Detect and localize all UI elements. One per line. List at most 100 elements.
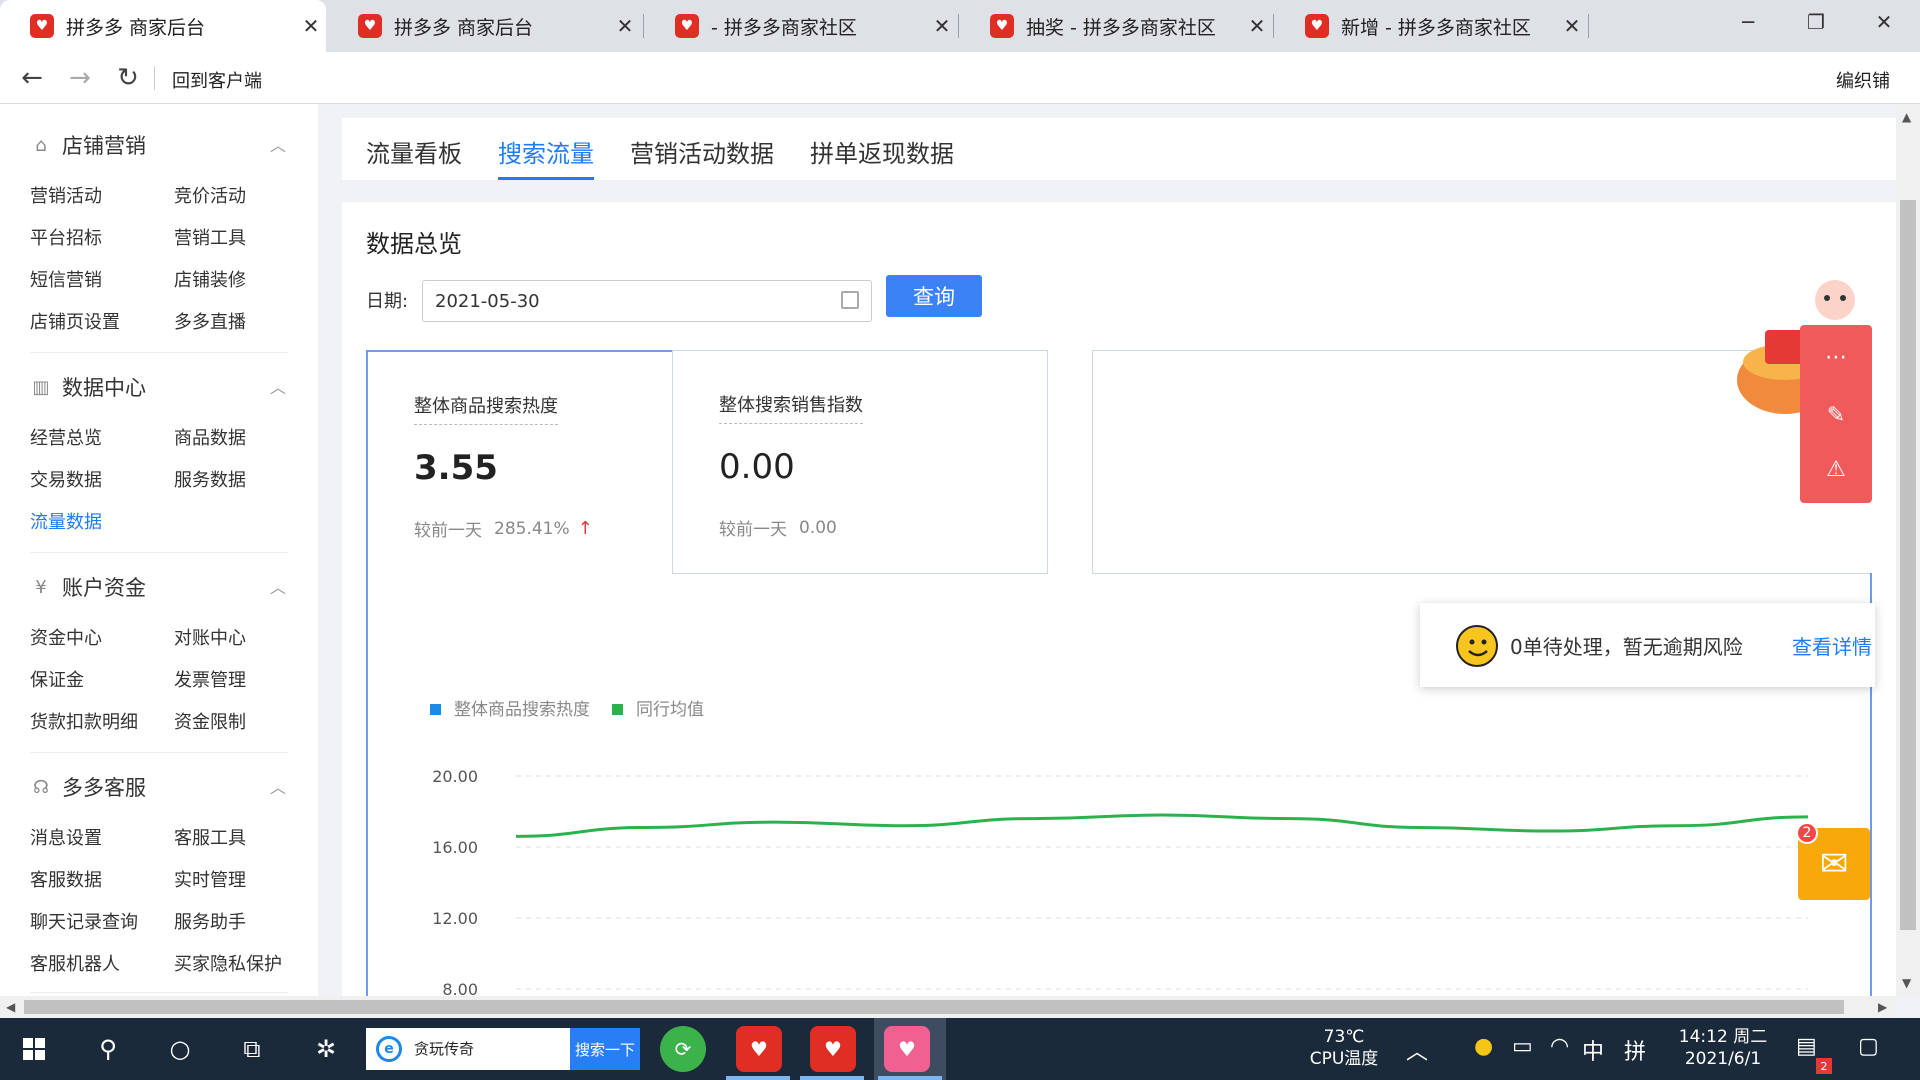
scrollbar-thumb[interactable] — [24, 1000, 1844, 1014]
search-input[interactable]: 贪玩传奇 — [414, 1038, 474, 1059]
chevron-up-icon[interactable]: ︿ — [270, 132, 286, 156]
sidebar-section-customer-service[interactable]: ☊ 多多客服 — [30, 772, 146, 802]
tab-marketing-data[interactable]: 营销活动数据 — [630, 134, 774, 177]
scroll-up-icon[interactable]: ▲ — [1902, 110, 1911, 124]
browser-tab-1[interactable]: ♥ 拼多多 商家后台 ✕ — [0, 0, 326, 52]
sidebar-item-sms-marketing[interactable]: 短信营销 — [30, 266, 102, 292]
sidebar-item-business-overview[interactable]: 经营总览 — [30, 424, 102, 450]
sidebar-item-fund-limit[interactable]: 资金限制 — [174, 708, 246, 734]
close-icon[interactable]: ✕ — [296, 14, 326, 38]
sidebar-item-reconciliation[interactable]: 对账中心 — [174, 624, 246, 650]
metric-card-sales-index[interactable]: 整体搜索销售指数 0.00 较前一天 0.00 — [672, 350, 1048, 574]
task-view-icon[interactable]: ⧉ — [232, 1029, 272, 1069]
sidebar-item-buyer-privacy[interactable]: 买家隐私保护 — [174, 950, 282, 976]
sidebar-item-fund-center[interactable]: 资金中心 — [30, 624, 102, 650]
sidebar-item-chat-history[interactable]: 聊天记录查询 — [30, 908, 138, 934]
chevron-up-icon[interactable]: ︿ — [270, 774, 286, 798]
tab-cashback-data[interactable]: 拼单返现数据 — [810, 134, 954, 177]
action-center-icon[interactable]: ▢ — [1858, 1034, 1879, 1059]
sidebar-item-cs-robot[interactable]: 客服机器人 — [30, 950, 120, 976]
sidebar-item-deposit[interactable]: 保证金 — [30, 666, 84, 692]
ime-mode[interactable]: 拼 — [1624, 1034, 1646, 1066]
sidebar-item-platform-tender[interactable]: 平台招标 — [30, 224, 102, 250]
notification-icon[interactable]: ▤ — [1796, 1034, 1817, 1059]
horizontal-scrollbar[interactable]: ◀ ▶ — [0, 996, 1896, 1018]
chevron-up-icon[interactable]: ︿ — [270, 574, 286, 598]
windows-start-icon[interactable] — [14, 1029, 54, 1069]
sidebar-item-payment-deduction[interactable]: 货款扣款明细 — [30, 708, 138, 734]
sidebar-item-live-stream[interactable]: 多多直播 — [174, 308, 246, 334]
series-line[interactable] — [515, 813, 1809, 838]
system-clock[interactable]: 14:12 周二 2021/6/1 — [1668, 1026, 1778, 1070]
close-icon[interactable]: ✕ — [1242, 14, 1272, 38]
scroll-right-icon[interactable]: ▶ — [1878, 1000, 1887, 1014]
legend-label[interactable]: 整体商品搜索热度 — [454, 700, 590, 720]
wifi-icon[interactable]: ◠ — [1550, 1034, 1569, 1059]
view-details-link[interactable]: 查看详情 — [1792, 631, 1872, 660]
sidebar-item-invoice[interactable]: 发票管理 — [174, 666, 246, 692]
close-icon[interactable]: ✕ — [927, 14, 957, 38]
sidebar-item-bidding-activity[interactable]: 竞价活动 — [174, 182, 246, 208]
chevron-up-icon[interactable]: ︿ — [270, 374, 286, 398]
browser-tab-4[interactable]: ♥ 抽奖 - 拼多多商家社区 ✕ — [960, 0, 1272, 52]
vertical-scrollbar[interactable]: ▲ ▼ — [1896, 104, 1920, 996]
back-arrow-icon[interactable]: ← — [16, 62, 48, 94]
search-icon[interactable]: ⚲ — [88, 1029, 128, 1069]
edit-icon[interactable]: ✎ — [1818, 397, 1854, 433]
sidebar-item-cs-tools[interactable]: 客服工具 — [174, 824, 246, 850]
battery-icon[interactable]: ▭ — [1512, 1034, 1533, 1059]
sidebar-item-message-settings[interactable]: 消息设置 — [30, 824, 102, 850]
sidebar-item-marketing-tools[interactable]: 营销工具 — [174, 224, 246, 250]
sidebar-section-data-center[interactable]: ▥ 数据中心 — [30, 372, 146, 402]
scroll-down-icon[interactable]: ▼ — [1902, 976, 1911, 990]
pdd-community-app-icon[interactable]: ♥ — [884, 1026, 930, 1072]
cortana-icon[interactable]: ○ — [160, 1029, 200, 1069]
browser-tab-5[interactable]: ♥ 新增 - 拼多多商家社区 ✕ — [1275, 0, 1587, 52]
sidebar-item-product-data[interactable]: 商品数据 — [174, 424, 246, 450]
sidebar-item-marketing-activity[interactable]: 营销活动 — [30, 182, 102, 208]
main-tabs: 流量看板 搜索流量 营销活动数据 拼单返现数据 — [342, 118, 1896, 180]
window-close-icon[interactable]: ✕ — [1850, 0, 1918, 44]
security-app-icon[interactable]: ● — [1474, 1034, 1493, 1059]
close-icon[interactable]: ✕ — [610, 14, 640, 38]
calendar-icon[interactable] — [841, 291, 859, 309]
browser-tab-2[interactable]: ♥ 拼多多 商家后台 ✕ — [328, 0, 640, 52]
restore-icon[interactable]: ❐ — [1782, 0, 1850, 44]
scrollbar-thumb[interactable] — [1900, 200, 1916, 930]
chat-icon[interactable]: ⋯ — [1818, 339, 1854, 375]
shop-name[interactable]: 编织铺 — [1836, 67, 1890, 93]
browser-app-icon[interactable]: ⟳ — [660, 1026, 706, 1072]
pdd-merchant-app-icon[interactable]: ♥ — [810, 1026, 856, 1072]
sidebar-item-traffic-data[interactable]: 流量数据 — [30, 508, 102, 534]
search-button[interactable]: 搜索一下 — [570, 1028, 640, 1070]
back-to-client-link[interactable]: 回到客户端 — [172, 67, 262, 93]
cpu-temp-widget[interactable]: 73℃ CPU温度 — [1302, 1026, 1386, 1070]
legend-label[interactable]: 同行均值 — [636, 700, 704, 720]
tab-search-traffic[interactable]: 搜索流量 — [498, 134, 594, 180]
taskbar-search-box[interactable]: e 贪玩传奇 搜索一下 — [366, 1028, 640, 1070]
minimize-icon[interactable]: ─ — [1714, 0, 1782, 44]
sidebar-item-shop-decoration[interactable]: 店铺装修 — [174, 266, 246, 292]
sidebar-item-service-data[interactable]: 服务数据 — [174, 466, 246, 492]
refresh-icon[interactable]: ↻ — [112, 62, 144, 94]
chevron-up-icon[interactable]: ︿ — [1406, 1034, 1428, 1066]
tab-traffic-board[interactable]: 流量看板 — [366, 134, 462, 177]
date-picker-input[interactable]: 2021-05-30 — [422, 280, 872, 322]
pdd-app-icon[interactable]: ♥ — [736, 1026, 782, 1072]
sidebar-item-transaction-data[interactable]: 交易数据 — [30, 466, 102, 492]
sidebar-item-cs-data[interactable]: 客服数据 — [30, 866, 102, 892]
browser-tab-3[interactable]: ♥ - 拼多多商家社区 ✕ — [645, 0, 957, 52]
sidebar-item-realtime-management[interactable]: 实时管理 — [174, 866, 246, 892]
fan-app-icon[interactable]: ✲ — [306, 1029, 346, 1069]
scroll-left-icon[interactable]: ◀ — [6, 1000, 15, 1014]
forward-arrow-icon[interactable]: → — [64, 62, 96, 94]
query-button[interactable]: 查询 — [886, 275, 982, 317]
sidebar-item-service-assistant[interactable]: 服务助手 — [174, 908, 246, 934]
sidebar-section-account-funds[interactable]: ¥ 账户资金 — [30, 572, 146, 602]
warning-icon[interactable]: ⚠ — [1818, 451, 1854, 487]
sidebar-section-marketing[interactable]: ⌂ 店铺营销 — [30, 130, 146, 160]
sidebar-item-shop-page-settings[interactable]: 店铺页设置 — [30, 308, 120, 334]
ime-language[interactable]: 中 — [1582, 1034, 1604, 1066]
close-icon[interactable]: ✕ — [1557, 14, 1587, 38]
windows-taskbar: ⚲ ○ ⧉ ✲ e 贪玩传奇 搜索一下 ⟳ ♥ ♥ ♥ 73℃ CPU温度 ︿ … — [0, 1018, 1920, 1080]
